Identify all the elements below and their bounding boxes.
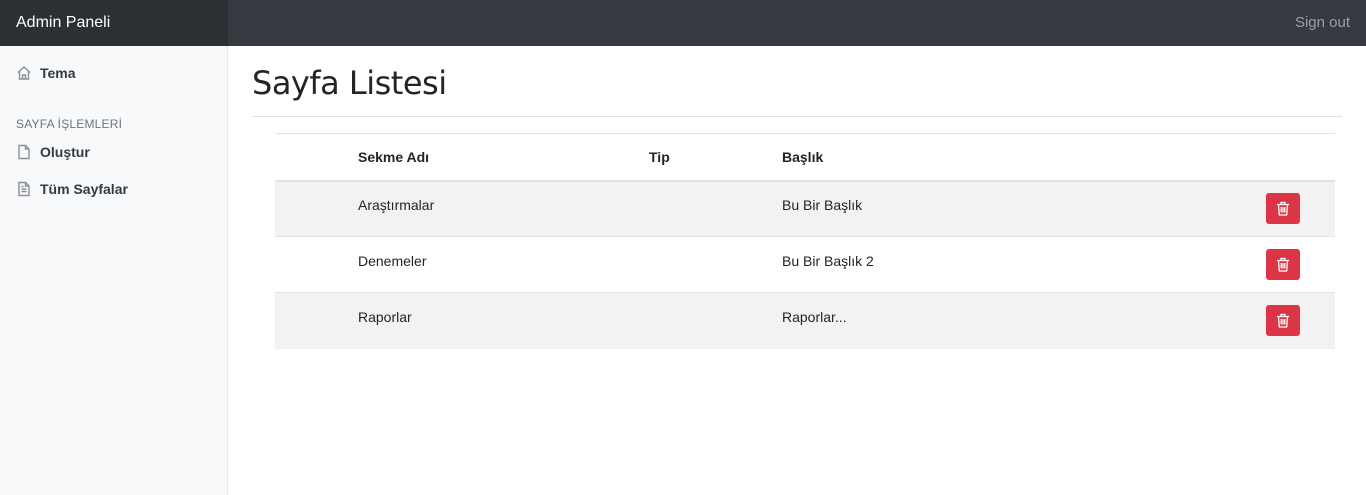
cell-heading: Bu Bir Başlık 2: [782, 236, 1266, 293]
cell-heading: Raporlar...: [782, 292, 1266, 349]
cell-type: [649, 236, 782, 293]
table-row: Denemeler Bu Bir Başlık 2: [275, 236, 1335, 293]
table-row: Raporlar Raporlar...: [275, 292, 1335, 349]
sidebar-item-olustur[interactable]: Oluştur: [16, 144, 90, 160]
trash-icon: [1277, 314, 1289, 328]
column-header-type: Tip: [649, 133, 782, 182]
tab-name-text: Denemeler: [358, 252, 427, 269]
cell-type: [649, 292, 782, 349]
cell-index: [275, 180, 358, 237]
cell-tab-name: Araştırmalar: [358, 180, 649, 237]
column-header-tab-name: Sekme Adı: [358, 133, 649, 182]
delete-button[interactable]: [1266, 305, 1300, 337]
cell-type: [649, 180, 782, 237]
top-navbar: Admin Paneli Sign out: [0, 0, 1366, 46]
delete-button[interactable]: [1266, 249, 1300, 280]
table-header-row: Sekme Adı Tip Başlık: [275, 133, 1335, 182]
sidebar-item-label: Tüm Sayfalar: [40, 181, 128, 197]
cell-tab-name: Denemeler: [358, 236, 649, 293]
sidebar: Tema SAYFA İŞLEMLERİ Oluştur Tüm Sayfala…: [0, 46, 228, 495]
heading-text: Bu Bir Başlık 2: [782, 252, 874, 269]
trash-icon: [1277, 202, 1289, 216]
column-header-heading: Başlık: [782, 133, 1266, 182]
heading-text: Raporlar...: [782, 308, 847, 325]
file-icon: [18, 144, 30, 160]
tab-name-text: Araştırmalar: [358, 196, 435, 213]
title-divider: [252, 116, 1342, 117]
cell-heading: Bu Bir Başlık: [782, 180, 1266, 237]
cell-index: [275, 236, 358, 293]
sidebar-item-tum-sayfalar[interactable]: Tüm Sayfalar: [16, 181, 128, 197]
sidebar-item-label: Tema: [40, 65, 76, 81]
cell-actions: [1266, 236, 1335, 293]
tab-name-text: Raporlar: [358, 308, 412, 325]
pages-table: Sekme Adı Tip Başlık Araştırmalar Bu Bir…: [275, 133, 1335, 349]
sidebar-section-heading: SAYFA İŞLEMLERİ: [16, 117, 123, 131]
home-icon: [17, 66, 31, 80]
cell-tab-name: Raporlar: [358, 292, 649, 349]
sign-out-link[interactable]: Sign out: [1295, 0, 1350, 46]
brand-title[interactable]: Admin Paneli: [0, 0, 228, 46]
delete-button[interactable]: [1266, 193, 1300, 225]
column-header-actions: [1266, 133, 1335, 182]
cell-actions: [1266, 292, 1335, 349]
trash-icon: [1277, 257, 1289, 272]
page-title: Sayfa Listesi: [252, 64, 447, 102]
table-row: Araştırmalar Bu Bir Başlık: [275, 180, 1335, 237]
cell-actions: [1266, 180, 1335, 237]
sidebar-item-tema[interactable]: Tema: [16, 65, 76, 81]
sidebar-item-label: Oluştur: [40, 144, 90, 160]
heading-text: Bu Bir Başlık: [782, 196, 863, 213]
column-header-index: [275, 133, 358, 182]
cell-index: [275, 292, 358, 349]
file-text-icon: [18, 181, 30, 197]
